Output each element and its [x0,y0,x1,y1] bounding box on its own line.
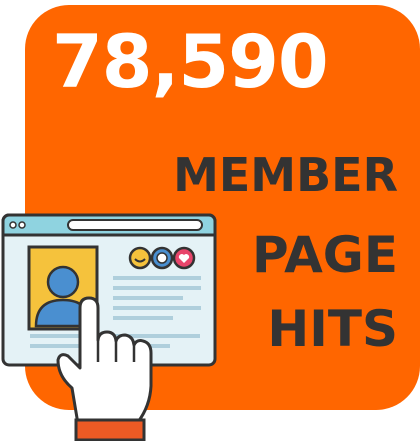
label-hits: HITS [267,300,398,358]
browser-click-illustration [1,213,217,441]
heart-emoji-icon [172,246,196,270]
smile-emoji-icon [128,246,152,270]
face-emoji-icon [150,246,174,270]
label-member: MEMBER [173,148,398,202]
hits-count: 78,590 [52,20,329,105]
label-page: PAGE [252,226,398,284]
